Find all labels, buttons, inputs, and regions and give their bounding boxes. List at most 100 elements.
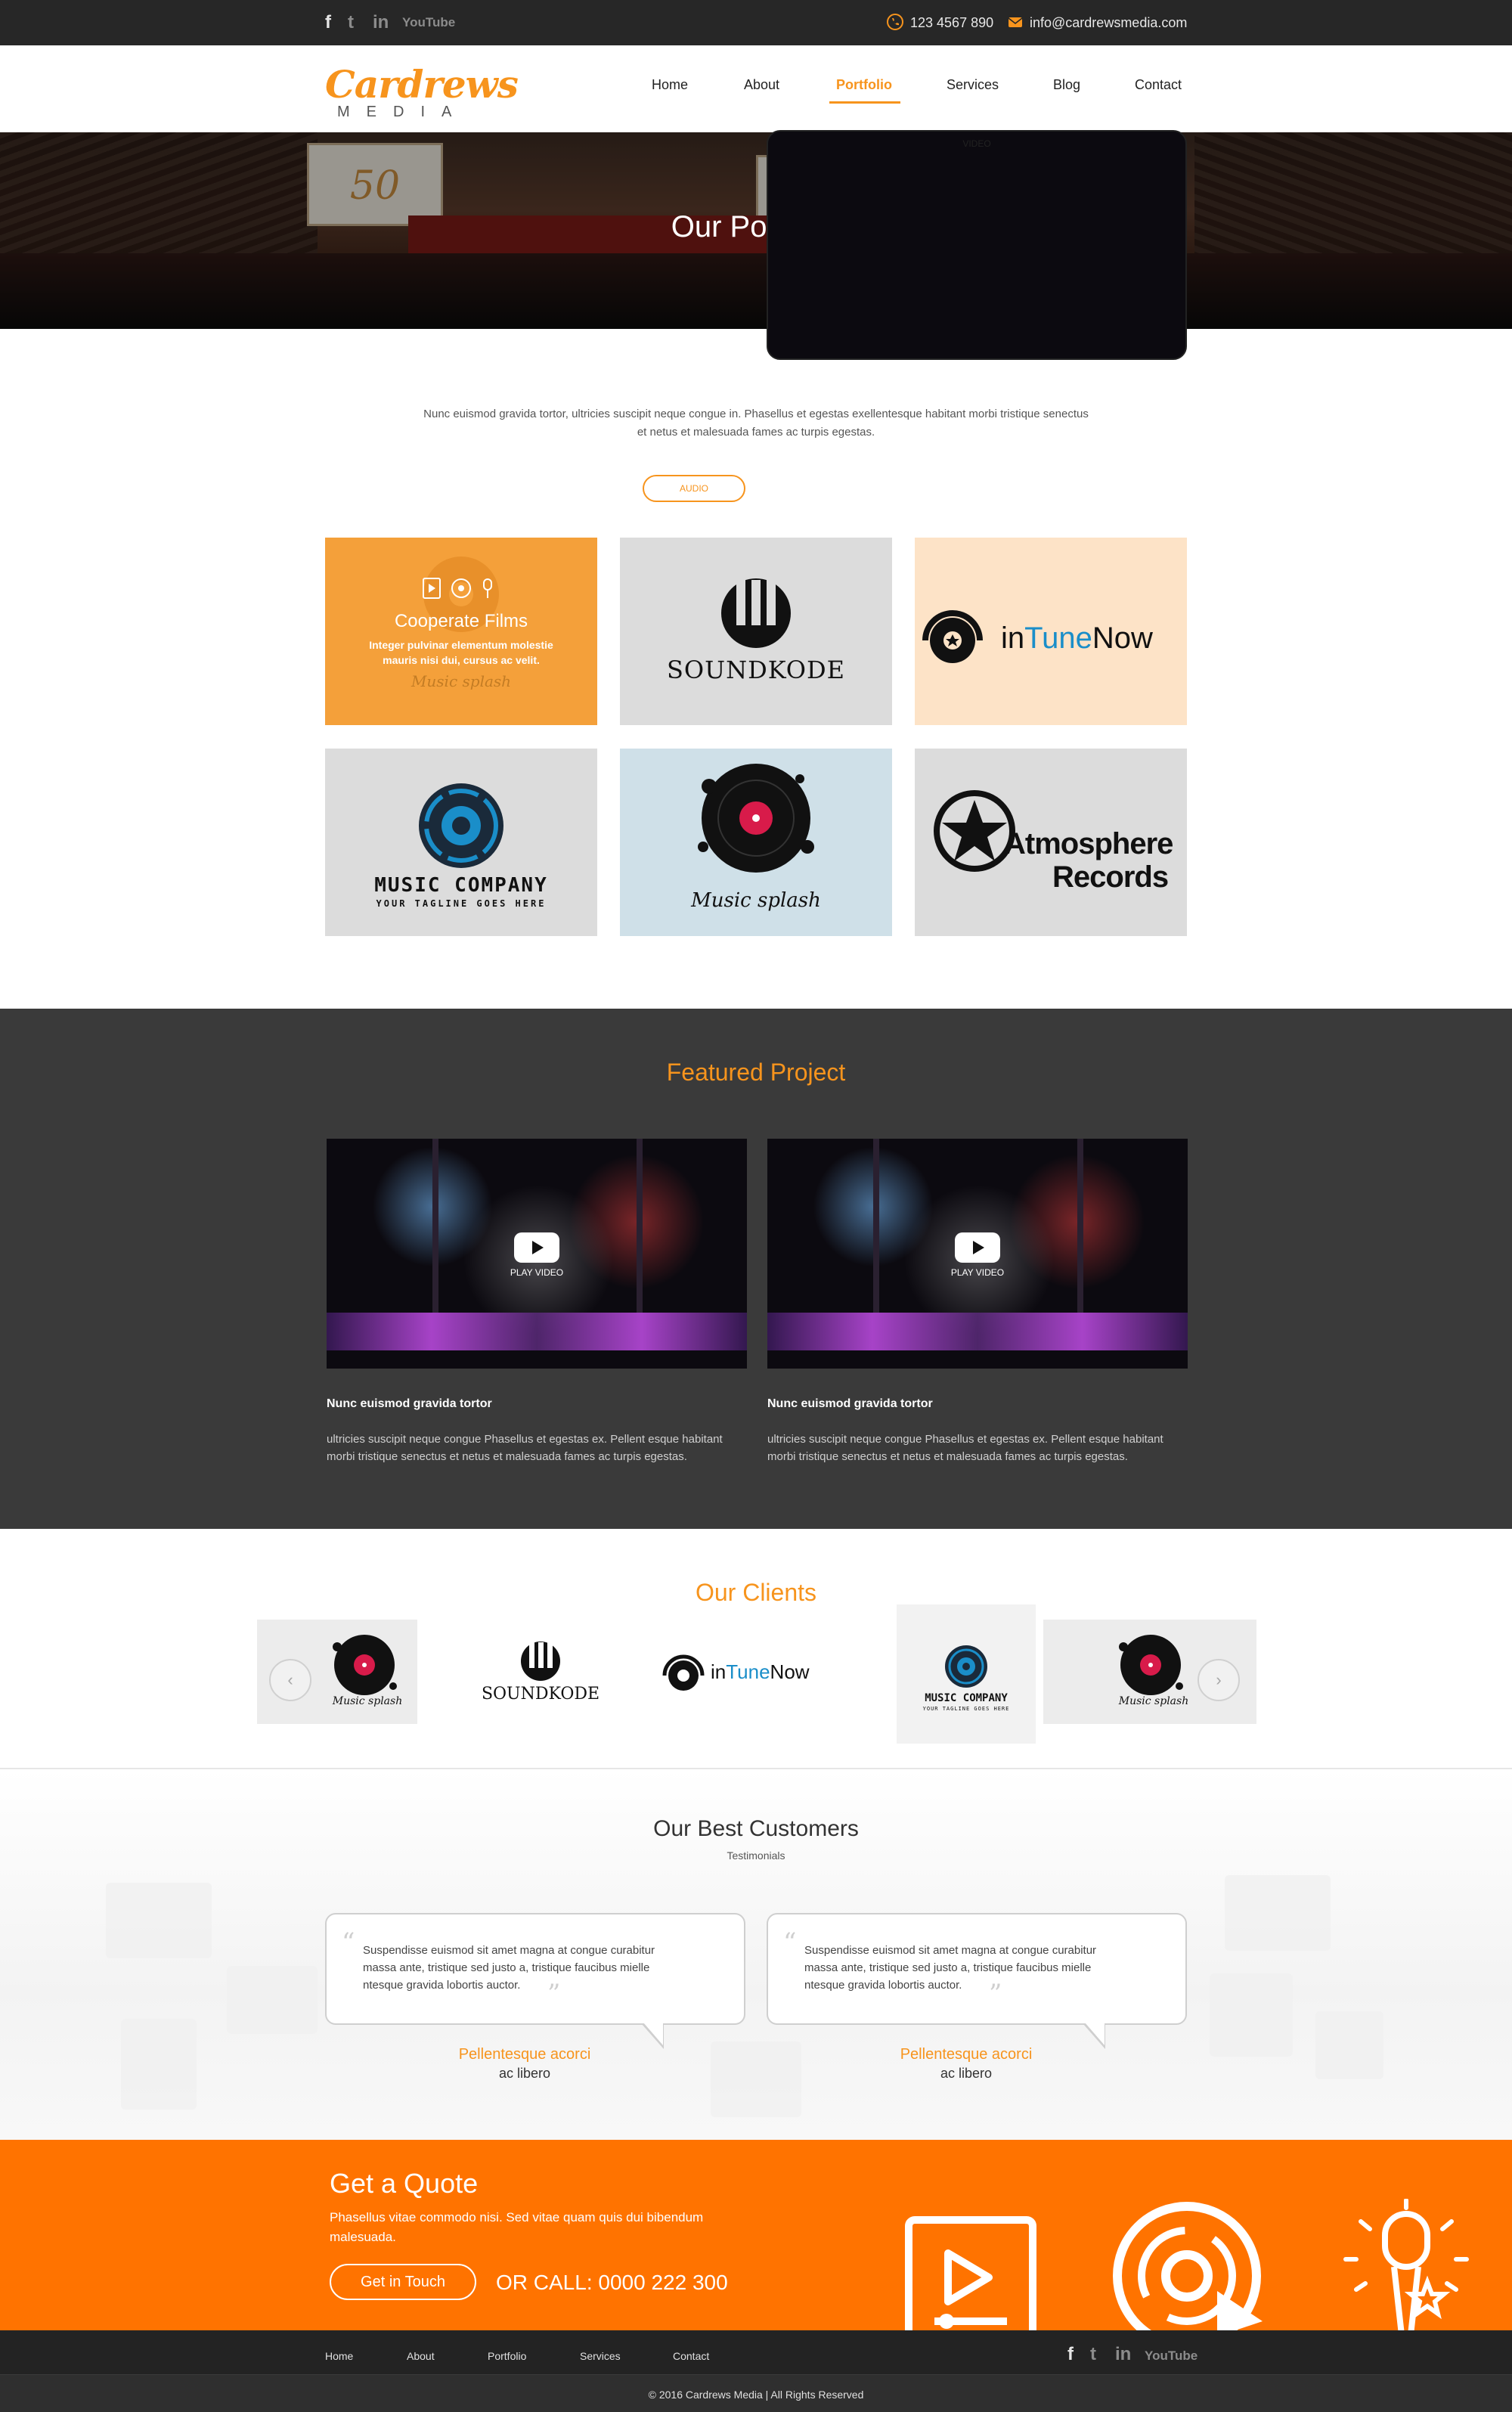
soundkode-name: SOUNDKODE bbox=[666, 656, 846, 684]
testimonial-role-1: ac libero bbox=[498, 2066, 551, 2081]
testimonials-title: Our Best Customers bbox=[653, 1816, 859, 1841]
twitter-icon[interactable]: t bbox=[1090, 2344, 1096, 2365]
testimonial-name-2: Pellentesque acorci bbox=[900, 2046, 1033, 2063]
client-logo-intunenow[interactable]: inTuneNow bbox=[656, 1620, 830, 1724]
logo-wordmark[interactable]: Cardrews bbox=[325, 64, 519, 106]
portfolio-intro: Nunc euismod gravida tortor, ultricies s… bbox=[423, 408, 1089, 439]
vinyl-splash-icon bbox=[698, 764, 814, 873]
footer-nav-about[interactable]: About bbox=[407, 2348, 435, 2364]
chevron-left-icon: ‹ bbox=[287, 1670, 293, 1689]
nav-blog[interactable]: Blog bbox=[1053, 76, 1080, 94]
featured-project-section: Featured Project PLAY VIDEO PLAY VIDEO N… bbox=[0, 1009, 1512, 1529]
testimonial-text-2: Suspendisse euismod sit amet magna at co… bbox=[804, 1944, 1097, 1992]
speaker-logo-icon bbox=[945, 1645, 987, 1688]
footer-nav-portfolio[interactable]: Portfolio bbox=[488, 2348, 526, 2364]
play-icon bbox=[973, 1241, 984, 1254]
get-in-touch-button[interactable]: Get in Touch bbox=[330, 2264, 476, 2300]
music-splash-name: Music splash bbox=[691, 889, 821, 912]
testimonial-role-2: ac libero bbox=[940, 2066, 993, 2081]
piano-logo-icon bbox=[521, 1642, 560, 1681]
footer-nav-services[interactable]: Services bbox=[580, 2348, 621, 2364]
facebook-icon[interactable]: f bbox=[1067, 2344, 1074, 2365]
phone-icon bbox=[887, 14, 903, 30]
testimonial-name-1: Pellentesque acorci bbox=[458, 2046, 591, 2063]
music-company-name: MUSIC COMPANY bbox=[374, 874, 548, 897]
clients-title: Our Clients bbox=[695, 1579, 817, 1606]
nav-active-underline bbox=[829, 101, 900, 104]
piano-logo-icon bbox=[721, 578, 791, 648]
page-title: Our Portfolio bbox=[671, 210, 841, 243]
footer-nav-contact[interactable]: Contact bbox=[673, 2348, 709, 2364]
records-name: Records bbox=[1052, 860, 1169, 894]
client-logo-music-company[interactable]: MUSIC COMPANY YOUR TAGLINE GOES HERE bbox=[897, 1604, 1036, 1744]
client-logo-soundkode[interactable]: SOUNDKODE bbox=[461, 1620, 620, 1724]
portfolio-tile-intunenow[interactable]: inTuneNow bbox=[915, 538, 1187, 725]
play-video-label: PLAY VIDEO bbox=[950, 1267, 1005, 1278]
top-bar: f t in YouTube 123 4567 890 info@cardrew… bbox=[0, 0, 1512, 45]
copyright: © 2016 Cardrews Media | All Rights Reser… bbox=[648, 2389, 864, 2401]
youtube-icon[interactable]: YouTube bbox=[402, 12, 455, 33]
speaker-logo-icon bbox=[419, 783, 503, 868]
vinyl-splash-icon bbox=[333, 1635, 397, 1695]
youtube-icon[interactable]: YouTube bbox=[1145, 2345, 1198, 2367]
tile-script: Music splash bbox=[411, 672, 512, 690]
headphone-reel-icon bbox=[662, 1654, 705, 1691]
linkedin-icon[interactable]: in bbox=[373, 12, 389, 33]
portfolio-tile-cooperate-films[interactable]: Cooperate Films Integer pulvinar element… bbox=[325, 538, 597, 725]
featured-heading-2: Nunc euismod gravida tortor bbox=[767, 1397, 933, 1410]
nav-services[interactable]: Services bbox=[947, 76, 999, 94]
nav-portfolio[interactable]: Portfolio bbox=[836, 76, 892, 94]
vinyl-play-icon bbox=[1113, 2202, 1263, 2330]
testimonial-text-1: Suspendisse euismod sit amet magna at co… bbox=[363, 1944, 655, 1992]
video-player-1[interactable]: PLAY VIDEO bbox=[327, 1139, 747, 1369]
linkedin-icon[interactable]: in bbox=[1115, 2344, 1131, 2365]
play-icon bbox=[532, 1241, 544, 1254]
clients-section: Our Clients Music splash ‹ SOUNDKODE inT… bbox=[0, 1529, 1512, 1769]
chevron-right-icon: › bbox=[1216, 1670, 1222, 1689]
microphone-star-icon bbox=[1343, 2199, 1469, 2330]
portfolio-tile-soundkode[interactable]: SOUNDKODE bbox=[620, 538, 892, 725]
close-quote-icon: ” bbox=[989, 1979, 1002, 2009]
music-company-tagline: YOUR TAGLINE GOES HERE bbox=[376, 898, 547, 909]
facebook-icon[interactable]: f bbox=[325, 12, 331, 33]
portfolio-tile-music-company[interactable]: MUSIC COMPANY YOUR TAGLINE GOES HERE bbox=[325, 749, 597, 936]
page-banner: 50 50 Our Portfolio bbox=[0, 132, 1512, 329]
headphone-reel-icon bbox=[922, 610, 983, 663]
site-footer: Home About Portfolio Services Contact f … bbox=[0, 2330, 1512, 2412]
logo-subtitle: MEDIA bbox=[337, 104, 469, 120]
close-quote-icon: ” bbox=[547, 1979, 561, 2009]
filter-audio-button[interactable]: AUDIO bbox=[643, 475, 745, 502]
play-button[interactable] bbox=[514, 1232, 559, 1263]
media-icons bbox=[423, 578, 492, 599]
email-icon bbox=[1008, 17, 1023, 27]
quote-text: Phasellus vitae commodo nisi. Sed vitae … bbox=[330, 2210, 704, 2244]
vinyl-splash-icon bbox=[1119, 1635, 1183, 1695]
atmosphere-name: Atmosphere bbox=[1004, 827, 1173, 860]
featured-title: Featured Project bbox=[666, 1059, 846, 1086]
twitter-icon[interactable]: t bbox=[348, 12, 354, 33]
filter-video-button[interactable]: VIDEO bbox=[767, 130, 1187, 360]
footer-nav-home[interactable]: Home bbox=[325, 2348, 353, 2364]
footer-bottom-bar: © 2016 Cardrews Media | All Rights Reser… bbox=[0, 2374, 1512, 2412]
testimonials-section: Our Best Customers Testimonials “ Suspen… bbox=[0, 1769, 1512, 2140]
play-button[interactable] bbox=[955, 1232, 1000, 1263]
video-file-icon bbox=[905, 2216, 1036, 2330]
site-header: Cardrews MEDIA Home About Portfolio Serv… bbox=[0, 45, 1512, 132]
phone-number[interactable]: 123 4567 890 bbox=[910, 14, 993, 32]
portfolio-tile-music-splash[interactable]: Music splash bbox=[620, 749, 892, 936]
quote-section: Get a Quote Phasellus vitae commodo nisi… bbox=[0, 2140, 1512, 2330]
carousel-next-button[interactable]: › bbox=[1198, 1659, 1240, 1701]
portfolio-tile-atmosphere-records[interactable]: Atmosphere Records bbox=[915, 749, 1187, 936]
call-number: OR CALL: 0000 222 300 bbox=[496, 2271, 728, 2294]
featured-text-2: ultricies suscipit neque congue Phasellu… bbox=[767, 1433, 1163, 1463]
nav-contact[interactable]: Contact bbox=[1135, 76, 1182, 94]
featured-heading-1: Nunc euismod gravida tortor bbox=[327, 1397, 492, 1410]
open-quote-icon: “ bbox=[783, 1927, 797, 1958]
open-quote-icon: “ bbox=[342, 1927, 355, 1958]
email-address[interactable]: info@cardrewsmedia.com bbox=[1030, 14, 1187, 32]
nav-about[interactable]: About bbox=[744, 76, 779, 94]
nav-home[interactable]: Home bbox=[652, 76, 688, 94]
play-video-label: PLAY VIDEO bbox=[510, 1267, 564, 1278]
carousel-prev-button[interactable]: ‹ bbox=[269, 1659, 311, 1701]
video-player-2[interactable]: PLAY VIDEO bbox=[767, 1139, 1188, 1369]
